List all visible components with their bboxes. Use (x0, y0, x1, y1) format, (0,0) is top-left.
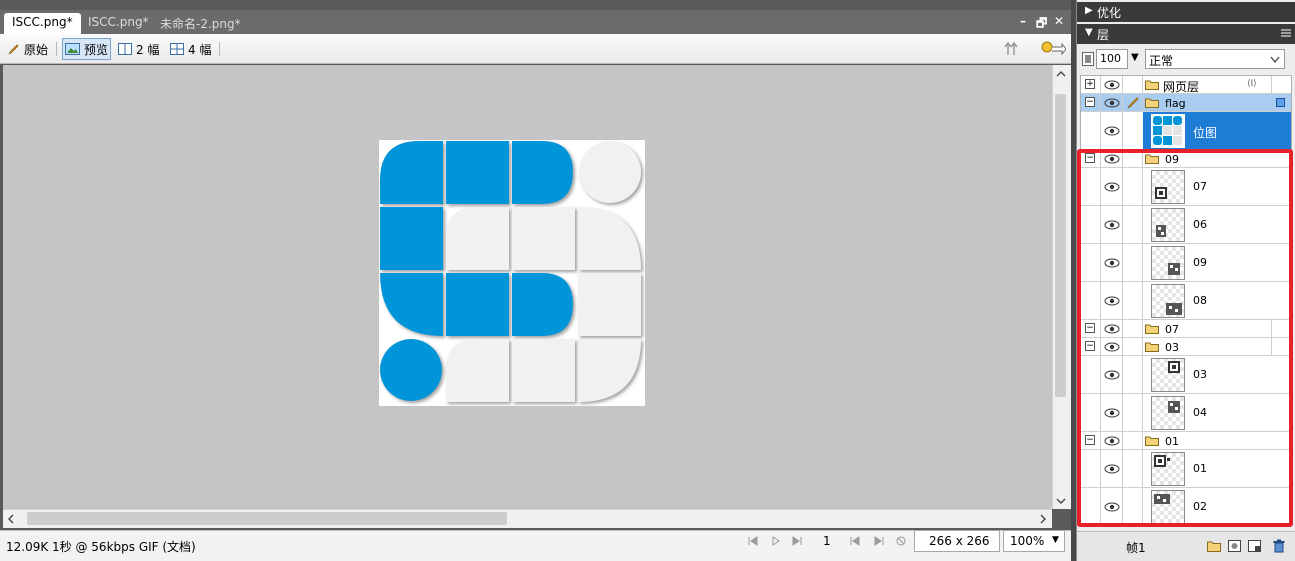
opacity-input[interactable]: 100 (1096, 49, 1128, 69)
expand-arrow-icon: ▶ (1085, 5, 1093, 16)
playback-controls-icon[interactable] (747, 535, 811, 547)
dimensions-box: 266 x 266 (914, 530, 1000, 552)
frame-step-icon[interactable] (849, 535, 911, 547)
four-up-view-button[interactable]: 4 幅 (170, 40, 211, 58)
preview-label: 预览 (84, 42, 109, 57)
vertical-scroll-thumb[interactable] (1055, 94, 1066, 397)
image-dimensions: 266 x 266 (929, 534, 990, 548)
new-layer-icon[interactable] (1248, 540, 1261, 552)
tile-gray (446, 207, 509, 270)
panel-menu-icon[interactable] (1280, 28, 1292, 38)
original-label: 原始 (24, 42, 49, 57)
status-bar: 12.09K 1秒 @ 56kbps GIF (文档) 1 266 x 266 … (0, 530, 1071, 561)
tile-blue (446, 141, 509, 204)
eye-icon[interactable] (1104, 80, 1120, 90)
four-panes-icon (170, 43, 184, 55)
collapse-arrow-icon: ▼ (1085, 27, 1093, 38)
trash-icon[interactable] (1273, 539, 1285, 553)
document-tab-bar: ISCC.png* ISCC.png* 未命名-2.png* – 🗗 ✕ (0, 10, 1071, 34)
opacity-icon (1082, 52, 1094, 66)
web-layer-icon: ⟨I⟩ (1247, 79, 1257, 89)
chevron-down-icon: ▼ (1052, 535, 1059, 545)
add-mask-icon[interactable] (1228, 540, 1241, 552)
scroll-right-icon[interactable] (1038, 513, 1048, 525)
layer-row[interactable]: + 网页层 ⟨I⟩ (1081, 76, 1291, 94)
two-panes-icon (118, 43, 132, 55)
layer-color-swatch (1276, 98, 1285, 107)
zoom-select[interactable]: 100% ▼ (1003, 530, 1065, 552)
tile-blue (380, 273, 443, 336)
layers-title: 层 (1097, 28, 1110, 42)
tile-gray (578, 273, 641, 336)
blend-mode-select[interactable]: 正常 (1145, 49, 1285, 69)
folder-icon (1145, 80, 1159, 90)
layer-name: flag (1165, 97, 1186, 110)
zoom-level: 100% (1010, 534, 1045, 548)
scroll-down-icon[interactable] (1055, 496, 1067, 506)
tile-gray (512, 339, 575, 402)
export-arrows-icon[interactable] (1004, 41, 1024, 57)
minimize-button[interactable]: – (1020, 14, 1026, 28)
eye-icon[interactable] (1104, 126, 1120, 136)
layer-name: 位图 (1193, 126, 1218, 140)
collapse-toggle-icon[interactable]: − (1085, 97, 1095, 107)
layers-panel-header[interactable]: ▼ 层 (1077, 24, 1295, 44)
image-artwork (379, 140, 645, 406)
layers-footer: 帧1 (1077, 531, 1295, 561)
pencil-icon (8, 44, 19, 55)
blend-mode-value: 正常 (1149, 54, 1174, 68)
optimize-panel-header[interactable]: ▶ 优化 (1077, 2, 1295, 22)
tile-gray (578, 339, 641, 402)
expand-toggle-icon[interactable]: + (1085, 79, 1095, 89)
key-export-icon[interactable] (1040, 40, 1066, 58)
tile-blue (446, 273, 509, 336)
two-up-label: 2 幅 (136, 42, 160, 57)
preview-view-button[interactable]: 预览 (62, 38, 112, 60)
original-view-button[interactable]: 原始 (8, 40, 48, 58)
opacity-value: 100 (1100, 52, 1121, 65)
layer-row-selected[interactable]: 位图 (1081, 112, 1291, 150)
tile-blue (380, 141, 443, 204)
preview-image-icon (65, 43, 80, 55)
restore-button[interactable]: 🗗 (1036, 14, 1047, 35)
new-folder-icon[interactable] (1207, 540, 1221, 552)
highlight-box (1077, 149, 1293, 527)
tile-blue (512, 273, 573, 336)
scroll-up-icon[interactable] (1055, 69, 1067, 79)
layer-name: 网页层 (1163, 80, 1200, 94)
layer-row-selected[interactable]: − flag (1081, 94, 1291, 112)
close-button[interactable]: ✕ (1054, 14, 1064, 28)
frame-number[interactable]: 1 (823, 534, 831, 548)
frame-label[interactable]: 帧1 (1126, 539, 1146, 556)
tab-untitled-2[interactable]: 未命名-2.png* (152, 13, 249, 34)
two-up-view-button[interactable]: 2 幅 (118, 40, 159, 58)
horizontal-scroll-thumb[interactable] (27, 512, 507, 525)
four-up-label: 4 幅 (188, 42, 212, 57)
tile-blue (380, 207, 443, 270)
opacity-dropdown-icon[interactable]: ▼ (1131, 52, 1139, 63)
folder-icon (1145, 98, 1159, 108)
chevron-down-icon (1270, 56, 1280, 64)
tile-gray (578, 207, 641, 270)
pencil-icon (1127, 97, 1139, 109)
tile-blue (512, 141, 573, 204)
scroll-left-icon[interactable] (6, 513, 16, 525)
tile-gray (446, 339, 509, 402)
view-toolbar: 原始 预览 2 幅 4 幅 (0, 34, 1071, 64)
optimize-title: 优化 (1097, 6, 1122, 20)
tile-gray (512, 207, 575, 270)
bitmap-thumbnail (1151, 114, 1185, 148)
eye-icon[interactable] (1104, 98, 1120, 108)
layer-controls: 100 ▼ 正常 (1077, 48, 1295, 72)
tab-iscc-2[interactable]: ISCC.png* (80, 13, 157, 34)
tile-blue (380, 339, 442, 401)
tab-iscc-1[interactable]: ISCC.png* (4, 13, 81, 34)
file-size-info: 12.09K 1秒 @ 56kbps GIF (文档) (6, 540, 196, 554)
tile-gray (579, 141, 641, 203)
